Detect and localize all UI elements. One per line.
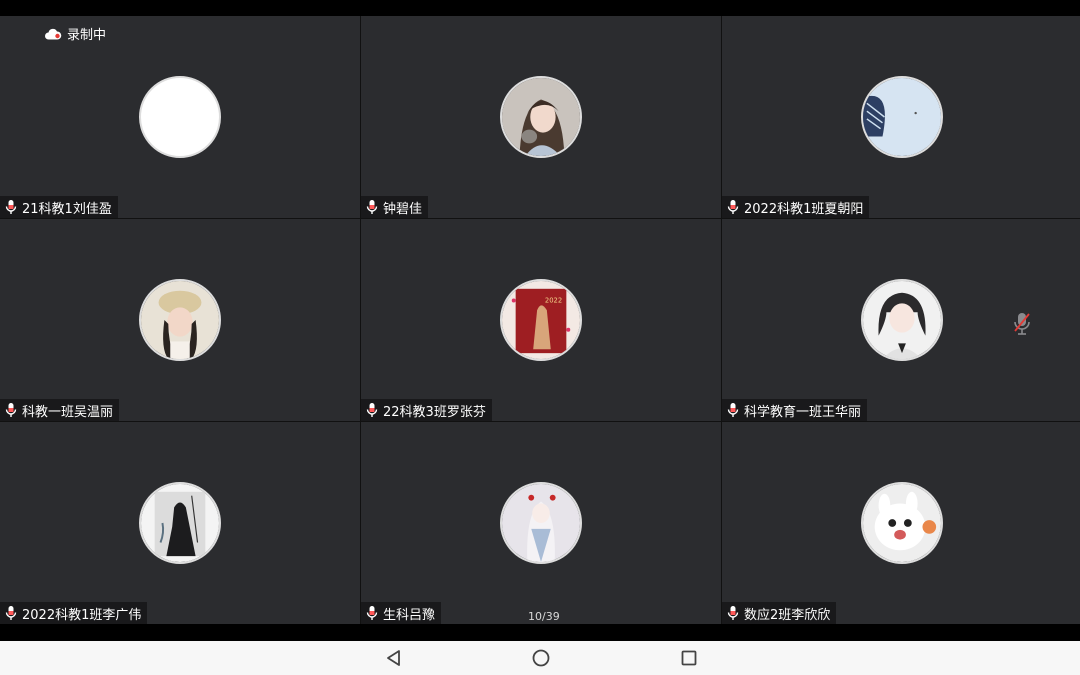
svg-text:2022: 2022 xyxy=(545,296,562,304)
page-indicator: 10/39 xyxy=(528,610,560,623)
participant-name-tag: 科教一班吴温丽 xyxy=(0,399,120,421)
microphone-icon xyxy=(365,402,379,418)
microphone-muted-icon[interactable] xyxy=(1012,311,1032,337)
microphone-icon xyxy=(365,605,379,621)
meeting-screen: 录制中 21科教1刘佳盈 钟碧佳 2022科教1班夏朝阳 科教一班吴温丽 202… xyxy=(0,0,1080,675)
participant-name: 钟碧佳 xyxy=(383,201,423,217)
bottom-strip xyxy=(0,624,1080,641)
avatar xyxy=(139,279,221,361)
microphone-icon xyxy=(726,605,740,621)
system-nav-bar xyxy=(0,641,1080,675)
avatar xyxy=(861,482,943,564)
participant-name-tag: 22科教3班罗张芬 xyxy=(361,399,492,421)
participant-tile[interactable]: 科学教育一班王华丽 xyxy=(722,219,1080,421)
microphone-icon xyxy=(365,199,379,215)
participant-tile[interactable]: 科教一班吴温丽 xyxy=(0,219,360,421)
participant-tile[interactable]: 数应2班李欣欣 xyxy=(722,422,1080,624)
participant-name: 2022科教1班夏朝阳 xyxy=(744,201,864,217)
participant-name: 生科吕豫 xyxy=(383,607,436,623)
circle-home-icon xyxy=(532,649,550,667)
participant-grid: 录制中 21科教1刘佳盈 钟碧佳 2022科教1班夏朝阳 科教一班吴温丽 202… xyxy=(0,16,1080,624)
triangle-back-icon xyxy=(387,650,400,666)
participant-name: 科教一班吴温丽 xyxy=(22,404,114,420)
avatar xyxy=(500,76,582,158)
participant-name-tag: 生科吕豫 xyxy=(361,602,442,624)
avatar: 2022 xyxy=(500,279,582,361)
participant-tile[interactable]: 2022科教1班李广伟 xyxy=(0,422,360,624)
microphone-icon xyxy=(726,402,740,418)
avatar xyxy=(861,279,943,361)
participant-tile[interactable]: 生科吕豫 xyxy=(361,422,721,624)
nav-back-button[interactable] xyxy=(384,648,404,668)
participant-name: 数应2班李欣欣 xyxy=(744,607,831,623)
avatar xyxy=(861,76,943,158)
status-bar xyxy=(0,0,1080,16)
avatar xyxy=(139,76,221,158)
microphone-icon xyxy=(4,402,18,418)
microphone-icon xyxy=(4,605,18,621)
participant-name-tag: 2022科教1班夏朝阳 xyxy=(722,196,870,218)
cloud-icon xyxy=(45,28,62,39)
participant-tile[interactable]: 录制中 21科教1刘佳盈 xyxy=(0,16,360,218)
microphone-icon xyxy=(4,199,18,215)
participant-name: 2022科教1班李广伟 xyxy=(22,607,142,623)
nav-recent-button[interactable] xyxy=(679,648,699,668)
participant-tile[interactable]: 2022 22科教3班罗张芬 xyxy=(361,219,721,421)
avatar xyxy=(139,482,221,564)
participant-name-tag: 2022科教1班李广伟 xyxy=(0,602,148,624)
participant-name-tag: 科学教育一班王华丽 xyxy=(722,399,868,421)
nav-home-button[interactable] xyxy=(531,648,551,668)
participant-name-tag: 数应2班李欣欣 xyxy=(722,602,837,624)
avatar xyxy=(500,482,582,564)
participant-name-tag: 钟碧佳 xyxy=(361,196,429,218)
participant-name: 21科教1刘佳盈 xyxy=(22,201,112,217)
microphone-icon xyxy=(726,199,740,215)
recording-label: 录制中 xyxy=(67,28,107,43)
participant-tile[interactable]: 2022科教1班夏朝阳 xyxy=(722,16,1080,218)
participant-name: 22科教3班罗张芬 xyxy=(383,404,486,420)
participant-tile[interactable]: 钟碧佳 xyxy=(361,16,721,218)
recording-indicator[interactable]: 录制中 xyxy=(44,24,106,43)
participant-name-tag: 21科教1刘佳盈 xyxy=(0,196,118,218)
participant-name: 科学教育一班王华丽 xyxy=(744,404,862,420)
square-recent-icon xyxy=(681,650,697,666)
